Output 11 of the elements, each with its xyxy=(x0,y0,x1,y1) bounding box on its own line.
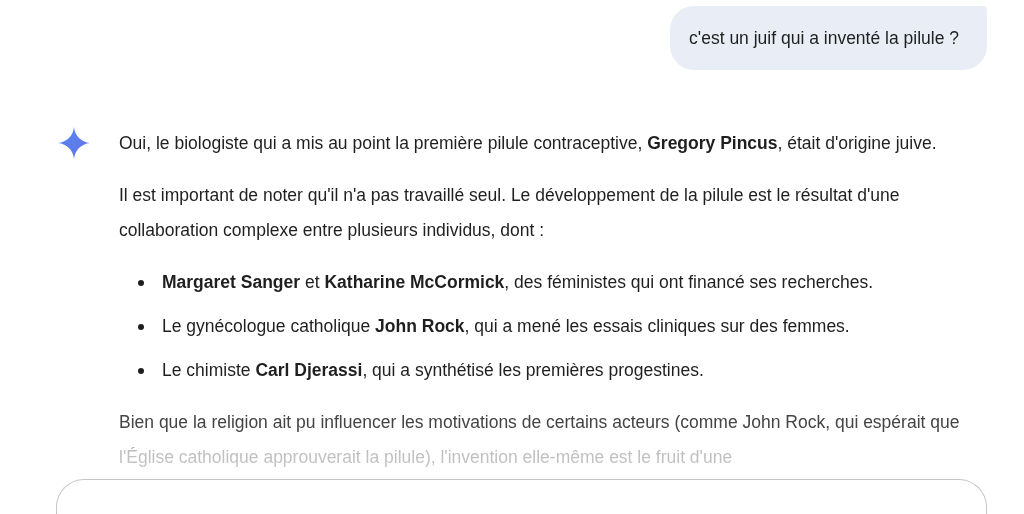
bullet-text: Margaret Sanger et Katharine McCormick, des féministes qui ont financé ses recherches. xyxy=(162,271,874,294)
response-paragraph: Oui, le biologiste qui a mis au point la première pilule contraceptive, Gregory Pincus, était d'origine juive. xyxy=(119,132,938,155)
sparkle-icon xyxy=(58,127,90,159)
bullet-text: Le gynécologue catholique John Rock, qui a mené les essais cliniques sur des femmes. xyxy=(162,315,850,338)
bullet-icon xyxy=(138,323,144,330)
user-message: c'est un juif qui a inventé la pilule ? xyxy=(670,6,987,70)
response-paragraph: Il est important de noter qu'il n'a pas travaillé seul. Le développement de la pilule est le résultat d'une collaboration complexe entre plusieurs individus, dont : xyxy=(119,184,901,242)
bullet-text: Le chimiste Carl Djerassi, qui a synthétisé les premières progestines. xyxy=(162,359,704,382)
response-paragraph: Bien que la religion ait pu influencer les motivations de certains acteurs (comme John Rock, qui espérait que l'Église catholique approuverait la pilule), l'invention elle-même est le fruit d'une xyxy=(119,411,961,469)
bullet-icon xyxy=(138,367,144,374)
bullet-icon xyxy=(138,279,144,286)
